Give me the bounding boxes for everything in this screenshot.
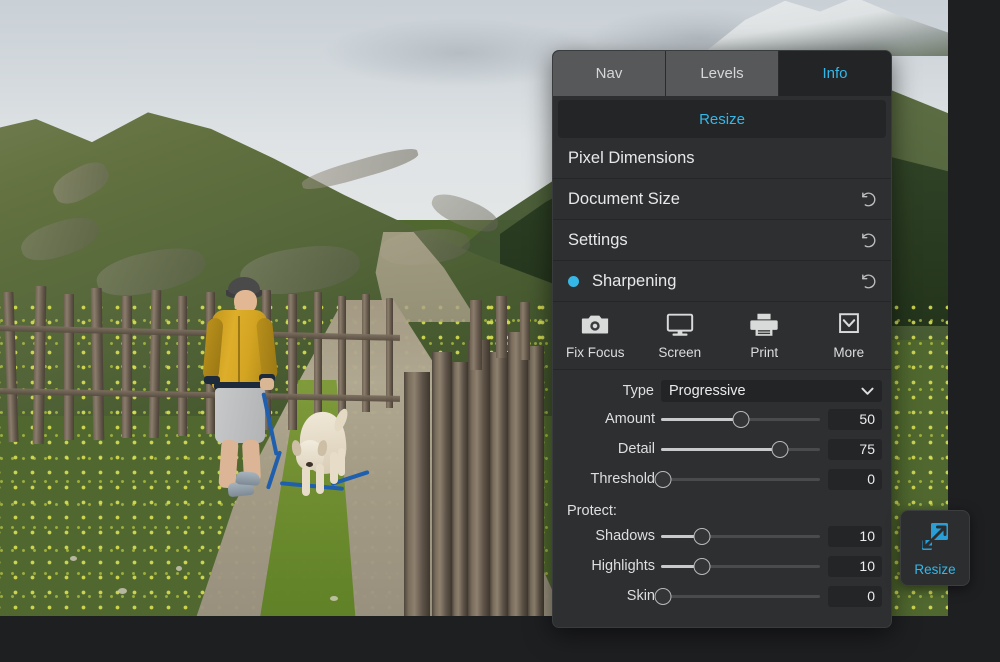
detail-label: Detail xyxy=(553,441,661,457)
slider-thumb[interactable] xyxy=(655,471,672,488)
shadows-label: Shadows xyxy=(553,528,661,544)
slider-thumb[interactable] xyxy=(694,558,711,575)
type-label: Type xyxy=(553,383,661,399)
preset-fix-focus[interactable]: Fix Focus xyxy=(553,312,638,360)
preset-more[interactable]: More xyxy=(807,312,892,360)
skin-label: Skin xyxy=(553,588,661,604)
camera-icon xyxy=(580,312,610,338)
sharpening-controls: Type Progressive Amount 50 Detai xyxy=(553,370,891,611)
slider-row-amount: Amount 50 xyxy=(553,404,891,434)
highlights-value[interactable]: 10 xyxy=(828,556,882,577)
section-sharpening-label: Sharpening xyxy=(592,272,860,291)
amount-slider[interactable] xyxy=(661,404,820,434)
resize-section-label: Resize xyxy=(699,111,745,128)
slider-row-skin: Skin 0 xyxy=(553,581,891,611)
section-settings-label: Settings xyxy=(568,231,860,250)
skin-value[interactable]: 0 xyxy=(828,586,882,607)
pebble xyxy=(70,556,77,561)
amount-label: Amount xyxy=(553,411,661,427)
resize-diagonal-arrows-icon xyxy=(918,520,952,554)
app-root: Nav Levels Info Resize Pixel Dimensions … xyxy=(0,0,1000,662)
tab-info-label: Info xyxy=(822,65,847,82)
slider-thumb[interactable] xyxy=(772,441,789,458)
highlights-slider[interactable] xyxy=(661,551,820,581)
slider-fill xyxy=(661,448,780,451)
shadows-value[interactable]: 10 xyxy=(828,526,882,547)
tab-levels-label: Levels xyxy=(700,65,743,82)
type-dropdown[interactable]: Progressive xyxy=(661,380,882,402)
pebble xyxy=(176,566,182,571)
preset-print[interactable]: Print xyxy=(722,312,807,360)
panel-tabbar: Nav Levels Info xyxy=(553,51,891,96)
slider-thumb[interactable] xyxy=(732,411,749,428)
reset-counterclockwise-icon[interactable] xyxy=(860,191,877,208)
sharpen-preset-row: Fix Focus Screen Print xyxy=(553,302,891,370)
pebble xyxy=(118,588,127,594)
preset-fix-focus-label: Fix Focus xyxy=(566,345,625,360)
slider-track xyxy=(661,595,820,598)
slider-row-threshold: Threshold 0 xyxy=(553,464,891,494)
section-document-size[interactable]: Document Size xyxy=(553,179,891,220)
type-dropdown-value: Progressive xyxy=(669,383,861,399)
protect-label: Protect: xyxy=(553,494,891,521)
tab-levels[interactable]: Levels xyxy=(666,51,779,96)
amount-value[interactable]: 50 xyxy=(828,409,882,430)
section-pixel-dimensions-label: Pixel Dimensions xyxy=(568,149,877,168)
shadows-slider[interactable] xyxy=(661,521,820,551)
tab-nav-label: Nav xyxy=(596,65,623,82)
tab-info[interactable]: Info xyxy=(779,51,891,96)
preset-screen[interactable]: Screen xyxy=(638,312,723,360)
info-panel: Nav Levels Info Resize Pixel Dimensions … xyxy=(552,50,892,628)
preset-screen-label: Screen xyxy=(658,345,701,360)
reset-counterclockwise-icon[interactable] xyxy=(860,232,877,249)
skin-slider[interactable] xyxy=(661,581,820,611)
resize-floating-button[interactable]: Resize xyxy=(900,510,970,586)
threshold-label: Threshold xyxy=(553,471,661,487)
detail-slider[interactable] xyxy=(661,434,820,464)
threshold-slider[interactable] xyxy=(661,464,820,494)
monitor-icon xyxy=(665,312,695,338)
threshold-value[interactable]: 0 xyxy=(828,469,882,490)
section-document-size-label: Document Size xyxy=(568,190,860,209)
section-sharpening[interactable]: Sharpening xyxy=(553,261,891,302)
printer-icon xyxy=(749,312,779,338)
chevron-down-icon xyxy=(861,387,874,396)
section-settings[interactable]: Settings xyxy=(553,220,891,261)
section-pixel-dimensions[interactable]: Pixel Dimensions xyxy=(553,138,891,179)
resize-floating-button-label: Resize xyxy=(914,562,955,577)
chevron-down-box-icon xyxy=(834,312,864,338)
pebble xyxy=(330,596,338,601)
preset-more-label: More xyxy=(833,345,864,360)
slider-row-highlights: Highlights 10 xyxy=(553,551,891,581)
sharpening-enabled-dot[interactable] xyxy=(568,276,579,287)
reset-counterclockwise-icon[interactable] xyxy=(860,273,877,290)
type-row: Type Progressive xyxy=(553,376,891,404)
tab-nav[interactable]: Nav xyxy=(553,51,666,96)
slider-thumb[interactable] xyxy=(694,528,711,545)
slider-row-detail: Detail 75 xyxy=(553,434,891,464)
detail-value[interactable]: 75 xyxy=(828,439,882,460)
preset-print-label: Print xyxy=(750,345,778,360)
slider-row-shadows: Shadows 10 xyxy=(553,521,891,551)
slider-track xyxy=(661,478,820,481)
resize-section-tab[interactable]: Resize xyxy=(558,100,886,138)
slider-fill xyxy=(661,418,741,421)
slider-thumb[interactable] xyxy=(655,588,672,605)
highlights-label: Highlights xyxy=(553,558,661,574)
